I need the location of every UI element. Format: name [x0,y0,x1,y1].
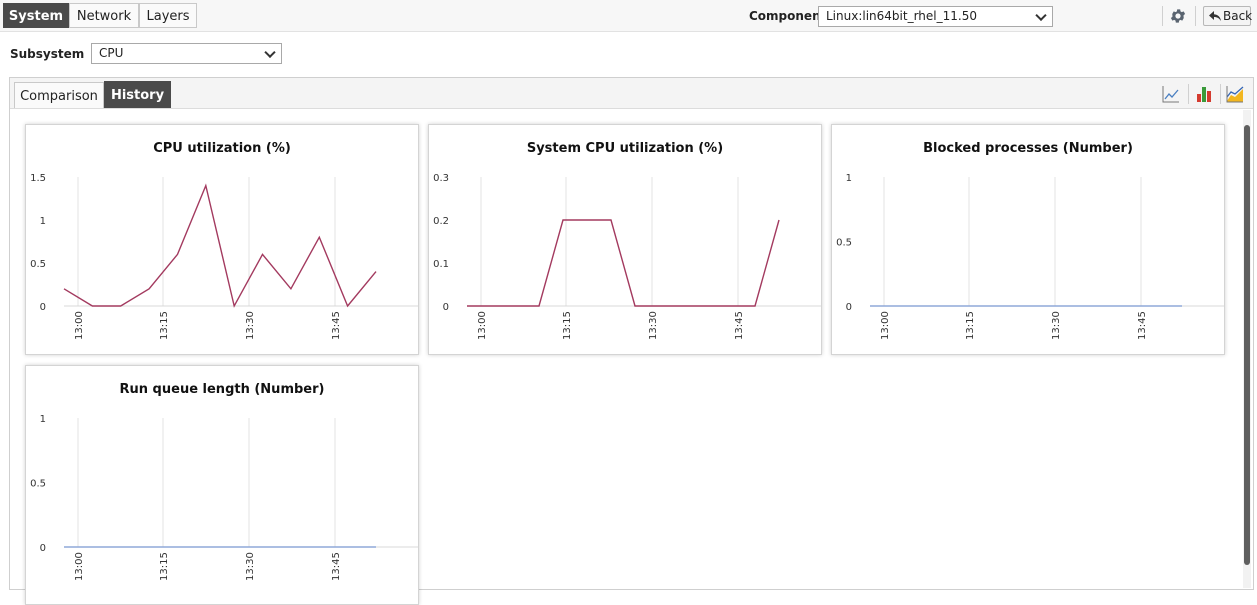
x-tick-label: 13:15 [159,311,170,340]
tab-layers[interactable]: Layers [139,3,197,28]
divider [1195,6,1196,26]
y-tick-label: 0 [846,302,852,313]
y-tick-label: 0.5 [30,479,46,490]
back-label: Back [1223,9,1253,23]
chart-card: 1 0.5 0 13:00 13:15 13:30 13:45 Blocked process… [831,124,1225,355]
back-button[interactable]: Back [1203,6,1253,26]
y-tick-label: 0.2 [433,216,449,227]
x-tick-label: 13:30 [648,311,659,340]
x-tick-label: 13:00 [477,311,488,340]
tab-system[interactable]: System [3,3,69,28]
tab-history[interactable]: History [104,81,171,108]
x-tick-label: 13:30 [1051,311,1062,340]
chevron-down-icon [1035,9,1047,21]
subsystem-label: Subsystem [10,47,85,61]
component-label: Component [749,9,827,23]
series-line[interactable] [467,219,780,307]
y-tick-label: 0.5 [836,238,852,249]
chart-title: Run queue length (Number) [119,382,325,397]
line-chart: 1 0.5 0 13:00 13:15 13:30 13:45 [30,414,418,581]
tab-network[interactable]: Network [69,3,139,28]
y-tick-label: 0.5 [30,259,46,270]
gear-icon[interactable] [1169,7,1187,25]
x-tick-label: 13:00 [74,311,85,340]
tab-comparison[interactable]: Comparison [14,82,104,108]
y-tick-label: 1 [846,173,852,184]
x-tick-label: 13:00 [74,552,85,581]
divider [1162,6,1163,26]
line-chart: 1 0.5 0 13:00 13:15 13:30 13:45 [836,173,1224,340]
chart-title: CPU utilization (%) [153,141,291,156]
scrollbar[interactable] [1243,110,1251,588]
x-tick-label: 13:15 [965,311,976,340]
x-tick-label: 13:15 [159,552,170,581]
top-toolbar: System Network Layers Component Linux:li… [0,0,1257,32]
chart-title: System CPU utilization (%) [526,141,724,156]
component-select-value: Linux:lin64bit_rhel_11.50 [826,9,977,23]
y-tick-label: 0.1 [433,259,449,270]
line-chart-icon[interactable] [1162,85,1180,103]
subsystem-select[interactable]: CPU [91,43,282,64]
series-line[interactable] [63,183,377,308]
x-tick-label: 13:30 [245,311,256,340]
line-chart: 0.3 0.2 0.1 0 13:00 13:15 13:30 13:45 [433,173,821,340]
chevron-down-icon [264,46,276,58]
bar-chart-icon[interactable] [1195,85,1213,103]
y-tick-label: 0 [40,302,46,313]
y-tick-label: 0 [443,302,449,313]
x-tick-label: 13:45 [331,552,342,581]
history-panel: Comparison History 1.5 1 0.5 0 13:00 13:15 13:… [9,77,1254,605]
x-tick-label: 13:15 [562,311,573,340]
x-tick-label: 13:00 [880,311,891,340]
chart-card: 1 0.5 0 13:00 13:15 13:30 13:45 Run queue lengt… [25,365,419,605]
chart-title: Blocked processes (Number) [923,141,1133,156]
y-tick-label: 1 [40,216,46,227]
line-chart: 1.5 1 0.5 0 13:00 13:15 13:30 13:45 [30,173,418,340]
area-chart-icon[interactable] [1226,85,1244,103]
subsystem-select-value: CPU [99,46,124,60]
view-tabs: Comparison History [10,78,1253,109]
chart-card: 0.3 0.2 0.1 0 13:00 13:15 13:30 13:45 System CPU… [428,124,822,355]
y-tick-label: 1 [40,414,46,425]
scrollbar-thumb[interactable] [1244,125,1250,565]
component-select[interactable]: Linux:lin64bit_rhel_11.50 [818,6,1053,27]
x-tick-label: 13:30 [245,552,256,581]
divider [1220,84,1221,104]
x-tick-label: 13:45 [331,311,342,340]
divider [1188,84,1189,104]
chart-card: 1.5 1 0.5 0 13:00 13:15 13:30 13:45 CPU utilizat… [25,124,419,355]
back-arrow-icon [1209,11,1221,21]
y-tick-label: 0.3 [433,173,449,184]
y-tick-label: 1.5 [30,173,46,184]
x-tick-label: 13:45 [1137,311,1148,340]
y-tick-label: 0 [40,543,46,554]
x-tick-label: 13:45 [734,311,745,340]
